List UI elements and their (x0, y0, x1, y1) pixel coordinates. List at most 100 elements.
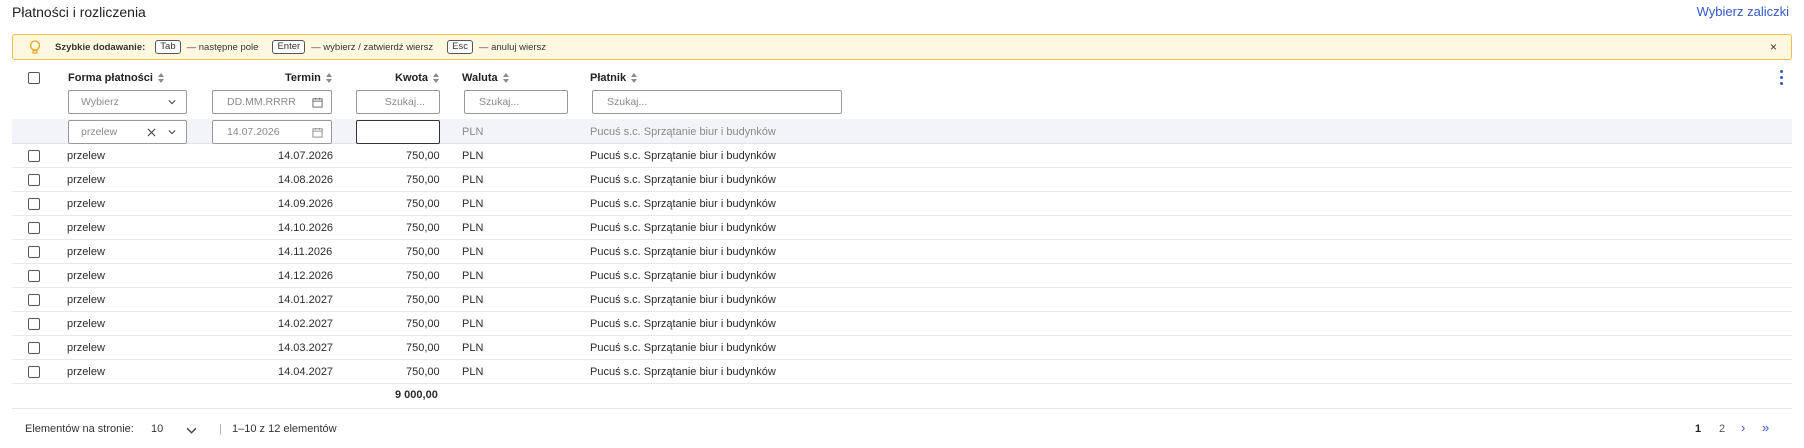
sort-icon (433, 73, 440, 83)
cell-payer: Pucuś s.c. Sprzątanie biur i budynków (590, 342, 776, 354)
cell-currency: PLN (462, 222, 484, 234)
amount-filter-input[interactable] (356, 90, 440, 114)
kbd-esc: Esc (447, 40, 473, 54)
cell-term: 14.11.2026 (278, 246, 333, 258)
new-row-amount-input[interactable] (356, 120, 440, 144)
table-row[interactable]: przelew 14.04.2027 750,00 PLN Pucuś s.c. Spr… (12, 360, 1792, 384)
last-page-button[interactable]: » (1762, 420, 1769, 435)
table-row[interactable]: przelew 14.03.2027 750,00 PLN Pucuś s.c. Spr… (12, 336, 1792, 360)
cell-amount: 750,00 (406, 270, 440, 282)
sort-icon (157, 73, 165, 83)
cell-currency: PLN (462, 198, 484, 210)
page-1-button[interactable]: 1 (1695, 423, 1701, 435)
select-advances-link[interactable]: Wybierz zaliczki (1697, 4, 1789, 19)
column-header-currency[interactable]: Waluta (462, 72, 510, 84)
cell-payer: Pucuś s.c. Sprzątanie biur i budynków (590, 294, 776, 306)
select-all-checkbox[interactable] (28, 72, 40, 84)
per-page-select[interactable]: 10 (151, 423, 163, 435)
cell-form: przelew (67, 174, 105, 186)
form-filter-select[interactable]: Wybierz (68, 90, 187, 114)
cell-currency: PLN (462, 342, 484, 354)
table-row[interactable]: przelew 14.07.2026 750,00 PLN Pucuś s.c. Spr… (12, 144, 1792, 168)
new-row-currency: PLN (462, 126, 484, 138)
cell-term: 14.12.2026 (278, 270, 334, 282)
cell-amount: 750,00 (406, 174, 440, 186)
cell-currency: PLN (462, 318, 484, 330)
row-checkbox[interactable] (28, 366, 40, 378)
cell-payer: Pucuś s.c. Sprzątanie biur i budynków (590, 198, 776, 210)
currency-filter-input[interactable] (464, 90, 568, 114)
close-icon[interactable]: × (1770, 40, 1777, 54)
cell-term: 14.07.2026 (278, 150, 334, 162)
next-page-button[interactable]: › (1741, 420, 1745, 435)
row-checkbox[interactable] (28, 318, 40, 330)
table-row[interactable]: przelew 14.08.2026 750,00 PLN Pucuś s.c. Spr… (12, 168, 1792, 192)
form-filter-placeholder: Wybierz (81, 96, 119, 108)
cell-form: przelew (67, 294, 105, 306)
cell-payer: Pucuś s.c. Sprzątanie biur i budynków (590, 366, 776, 378)
row-checkbox[interactable] (28, 246, 40, 258)
chevron-down-icon (168, 100, 176, 105)
chevron-down-icon[interactable] (186, 426, 197, 435)
new-row-form-value: przelew (81, 126, 118, 138)
sort-icon (631, 73, 638, 83)
quick-add-hint-bar: Szybkie dodawanie: Tab — następne pole E… (12, 34, 1792, 60)
row-checkbox[interactable] (28, 342, 40, 354)
calendar-icon[interactable] (312, 127, 323, 138)
currency-filter-field[interactable] (477, 95, 555, 109)
cell-form: przelew (67, 366, 105, 378)
table-row[interactable]: przelew 14.01.2027 750,00 PLN Pucuś s.c. Spr… (12, 288, 1792, 312)
table-row[interactable]: przelew 14.11.2026 750,00 PLN Pucuś s.c. Spr… (12, 240, 1792, 264)
cell-amount: 750,00 (406, 198, 440, 210)
row-checkbox[interactable] (28, 270, 40, 282)
row-checkbox[interactable] (28, 174, 40, 186)
clear-icon[interactable] (147, 128, 156, 137)
hint-desc-esc: — anuluj wiersz (478, 41, 547, 53)
calendar-icon[interactable] (312, 97, 323, 108)
column-header-currency-label: Waluta (462, 72, 498, 84)
table-row[interactable]: przelew 14.12.2026 750,00 PLN Pucuś s.c. Spr… (12, 264, 1792, 288)
table-row[interactable]: przelew 14.09.2026 750,00 PLN Pucuś s.c. Spr… (12, 192, 1792, 216)
page-title: Płatności i rozliczenia (12, 4, 146, 20)
column-header-amount[interactable]: Kwota (395, 72, 440, 84)
hint-desc-tab: — następne pole (186, 41, 259, 53)
new-row-term-input[interactable] (212, 120, 332, 144)
divider (12, 408, 1792, 409)
column-header-amount-label: Kwota (395, 72, 428, 84)
term-filter-input[interactable] (212, 90, 332, 114)
term-filter-field[interactable] (225, 95, 319, 109)
cell-currency: PLN (462, 174, 484, 186)
hint-desc-enter: — wybierz / zatwierdź wiersz (311, 41, 434, 53)
cell-amount: 750,00 (406, 222, 440, 234)
hint-label: Szybkie dodawanie: (55, 41, 146, 53)
row-checkbox[interactable] (28, 150, 40, 162)
cell-form: przelew (67, 246, 105, 258)
cell-payer: Pucuś s.c. Sprzątanie biur i budynków (590, 318, 776, 330)
cell-amount: 750,00 (406, 366, 440, 378)
new-row-amount-field[interactable] (369, 125, 427, 139)
row-checkbox[interactable] (28, 294, 40, 306)
row-checkbox[interactable] (28, 222, 40, 234)
cell-amount: 750,00 (406, 342, 440, 354)
payer-filter-field[interactable] (605, 95, 829, 109)
cell-amount: 750,00 (406, 150, 440, 162)
more-options-icon[interactable] (1780, 70, 1784, 88)
table-row[interactable]: przelew 14.10.2026 750,00 PLN Pucuś s.c. Spr… (12, 216, 1792, 240)
cell-term: 14.04.2027 (278, 366, 334, 378)
new-row-form-select[interactable]: przelew (68, 120, 187, 144)
column-header-payer-label: Płatnik (590, 72, 627, 84)
row-checkbox[interactable] (28, 198, 40, 210)
column-header-term-label: Termin (285, 72, 321, 84)
cell-term: 14.10.2026 (278, 222, 334, 234)
column-header-payer[interactable]: Płatnik (590, 72, 638, 84)
column-header-form[interactable]: Forma płatności (68, 72, 165, 84)
cell-term: 14.09.2026 (278, 198, 334, 210)
cell-payer: Pucuś s.c. Sprzątanie biur i budynków (590, 222, 776, 234)
page-2-button[interactable]: 2 (1719, 423, 1725, 435)
column-header-term[interactable]: Termin (285, 72, 333, 84)
payer-filter-input[interactable] (592, 90, 842, 114)
amount-filter-field[interactable] (369, 95, 427, 109)
table-row[interactable]: przelew 14.02.2027 750,00 PLN Pucuś s.c. Spr… (12, 312, 1792, 336)
new-row-term-field[interactable] (225, 125, 319, 139)
lightbulb-icon (27, 39, 43, 55)
